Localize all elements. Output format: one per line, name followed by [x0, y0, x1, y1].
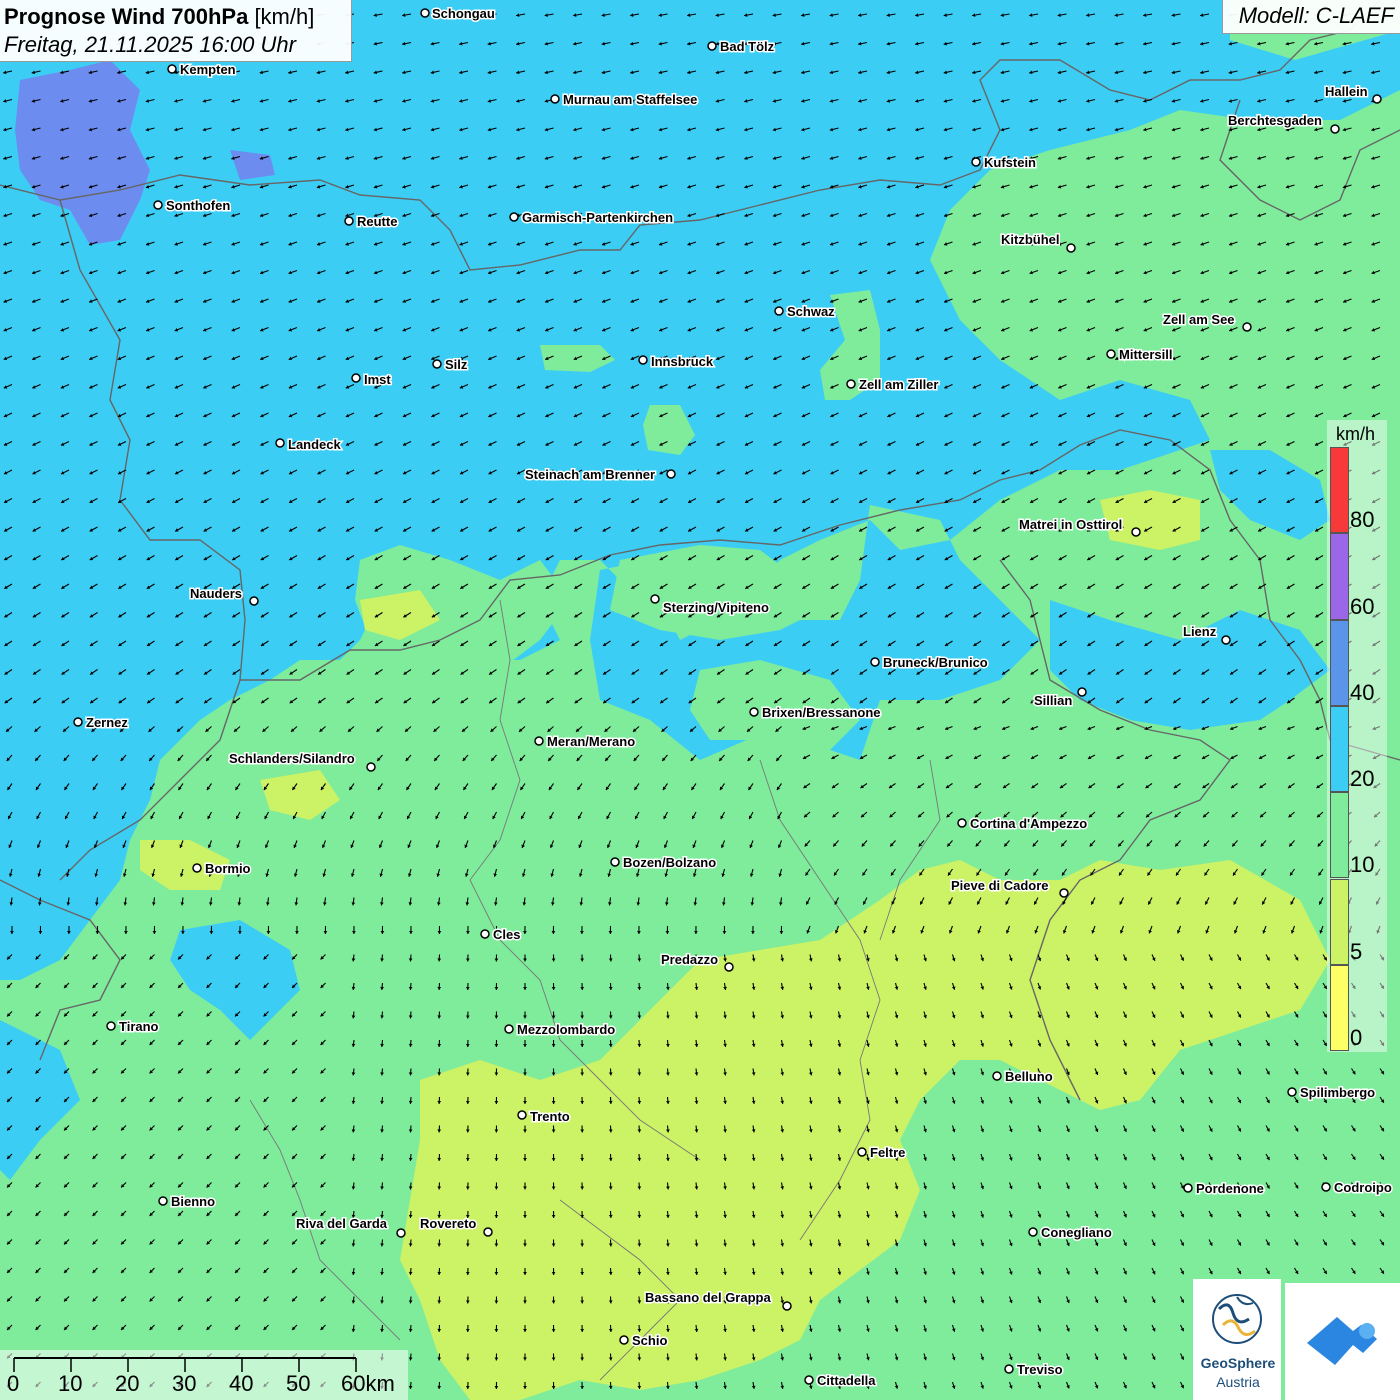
svg-text:Mezzolombardo: Mezzolombardo: [517, 1022, 615, 1037]
scale-label-50: 50: [286, 1371, 311, 1396]
geosphere-logo-text: GeoSphere: [1200, 1355, 1276, 1371]
scale-label-40: 40: [229, 1371, 254, 1396]
svg-text:Zell am See: Zell am See: [1163, 312, 1235, 327]
city-garmisch[interactable]: Garmisch-Partenkirchen: [509, 209, 675, 227]
svg-text:Innsbruck: Innsbruck: [651, 354, 714, 369]
svg-text:Kitzbühel: Kitzbühel: [1001, 232, 1060, 247]
svg-text:Feltre: Feltre: [870, 1145, 905, 1160]
city-mezzolombardo[interactable]: Mezzolombardo: [504, 1021, 617, 1039]
svg-text:Reutte: Reutte: [357, 214, 397, 229]
svg-text:Schlanders/Silandro: Schlanders/Silandro: [229, 751, 355, 766]
city-murnau[interactable]: Murnau am Staffelsee: [550, 91, 699, 109]
svg-text:Steinach am Brenner: Steinach am Brenner: [525, 467, 655, 482]
svg-text:Trento: Trento: [530, 1109, 570, 1124]
svg-text:Lienz: Lienz: [1183, 624, 1217, 639]
scale-label-30: 30: [172, 1371, 197, 1396]
svg-text:Imst: Imst: [364, 372, 391, 387]
svg-text:Pieve di Cadore: Pieve di Cadore: [951, 878, 1049, 893]
svg-text:Bozen/Bolzano: Bozen/Bolzano: [623, 855, 716, 870]
map-title-unit: [km/h]: [254, 4, 315, 29]
legend-unit: km/h: [1336, 424, 1376, 444]
geosphere-logo-icon: [1212, 1294, 1262, 1344]
svg-text:Hallein: Hallein: [1325, 84, 1368, 99]
svg-text:Schongau: Schongau: [432, 6, 495, 21]
svg-text:Mittersill: Mittersill: [1119, 347, 1172, 362]
svg-text:Landeck: Landeck: [288, 437, 342, 452]
legend-tick-0: 0: [1350, 1025, 1363, 1050]
city-bruneck[interactable]: Bruneck/Brunico: [870, 654, 989, 672]
scale-label-20: 20: [115, 1371, 140, 1396]
svg-text:Sonthofen: Sonthofen: [166, 198, 230, 213]
svg-text:Zernez: Zernez: [86, 715, 128, 730]
city-brixen[interactable]: Brixen/Bressanone: [749, 704, 882, 722]
legend-tick-40: 40: [1350, 680, 1375, 705]
svg-text:Brixen/Bressanone: Brixen/Bressanone: [762, 705, 881, 720]
svg-text:Kempten: Kempten: [180, 62, 236, 77]
legend-swatch: [1330, 533, 1349, 620]
legend-tick-60: 60: [1350, 594, 1375, 619]
second-logo[interactable]: [1285, 1283, 1400, 1400]
legend-swatch: [1330, 878, 1349, 965]
svg-text:Cortina d'Ampezzo: Cortina d'Ampezzo: [970, 816, 1087, 831]
city-zell-am-ziller[interactable]: Zell am Ziller: [846, 376, 940, 394]
scale-label-10: 10: [58, 1371, 83, 1396]
legend-swatch: [1330, 705, 1349, 793]
legend-tick-5: 5: [1350, 939, 1363, 964]
svg-text:Tirano: Tirano: [119, 1019, 159, 1034]
city-innsbruck[interactable]: Innsbruck: [638, 353, 715, 371]
svg-text:Bruneck/Brunico: Bruneck/Brunico: [883, 655, 988, 670]
svg-text:Matrei in Osttirol: Matrei in Osttirol: [1019, 517, 1122, 532]
svg-text:Murnau am Staffelsee: Murnau am Staffelsee: [563, 92, 697, 107]
svg-text:Berchtesgaden: Berchtesgaden: [1228, 113, 1322, 128]
svg-text:Silz: Silz: [445, 357, 468, 372]
svg-text:Schwaz: Schwaz: [787, 304, 835, 319]
legend-swatch: [1330, 447, 1349, 534]
svg-text:Meran/Merano: Meran/Merano: [547, 734, 635, 749]
map-datetime: Freitag, 21.11.2025 16:00 Uhr: [4, 32, 296, 57]
svg-text:Garmisch-Partenkirchen: Garmisch-Partenkirchen: [522, 210, 673, 225]
title-box: Prognose Wind 700hPa [km/h] Freitag, 21.…: [0, 0, 352, 62]
scale-label-0: 0: [7, 1371, 20, 1396]
svg-text:Bormio: Bormio: [205, 861, 251, 876]
svg-text:Sillian: Sillian: [1034, 693, 1072, 708]
svg-text:Predazzo: Predazzo: [661, 952, 718, 967]
city-conegliano[interactable]: Conegliano: [1028, 1224, 1113, 1242]
svg-text:Nauders: Nauders: [190, 586, 242, 601]
svg-text:Belluno: Belluno: [1005, 1069, 1053, 1084]
city-cortina[interactable]: Cortina d'Ampezzo: [957, 815, 1089, 833]
geosphere-logo-subtext: Austria: [1216, 1374, 1260, 1390]
legend-tick-80: 80: [1350, 507, 1375, 532]
legend-tick-10: 10: [1350, 852, 1375, 877]
svg-text:Sterzing/Vipiteno: Sterzing/Vipiteno: [663, 600, 769, 615]
legend-swatch: [1330, 619, 1349, 706]
scale-label-60km: 60km: [341, 1371, 395, 1396]
legend-swatch: [1330, 792, 1349, 879]
city-steinach[interactable]: Steinach am Brenner: [524, 466, 676, 484]
city-spilimbergo[interactable]: Spilimbergo: [1287, 1084, 1377, 1102]
svg-text:Spilimbergo: Spilimbergo: [1300, 1085, 1375, 1100]
svg-text:Kufstein: Kufstein: [984, 155, 1036, 170]
city-pordenone[interactable]: Pordenone: [1183, 1180, 1265, 1198]
legend-swatch: [1330, 964, 1349, 1052]
city-sonthofen[interactable]: Sonthofen: [153, 197, 232, 215]
legend-tick-20: 20: [1350, 766, 1375, 791]
city-bozen[interactable]: Bozen/Bolzano: [610, 854, 718, 872]
city-meran[interactable]: Meran/Merano: [534, 733, 637, 751]
cloud-roof-logo-icon: [1307, 1317, 1377, 1365]
svg-text:Zell am Ziller: Zell am Ziller: [859, 377, 938, 392]
model-label: Modell: C-LAEF: [1222, 0, 1400, 34]
map-title: Prognose Wind 700hPa [km/h]: [4, 4, 315, 29]
wind-map[interactable]: Schongau Bad Tölz Kempten Murnau am Staf…: [0, 0, 1400, 1400]
city-schongau[interactable]: Schongau: [420, 5, 496, 23]
svg-text:Bad Tölz: Bad Tölz: [720, 39, 775, 54]
svg-text:Cles: Cles: [493, 927, 520, 942]
